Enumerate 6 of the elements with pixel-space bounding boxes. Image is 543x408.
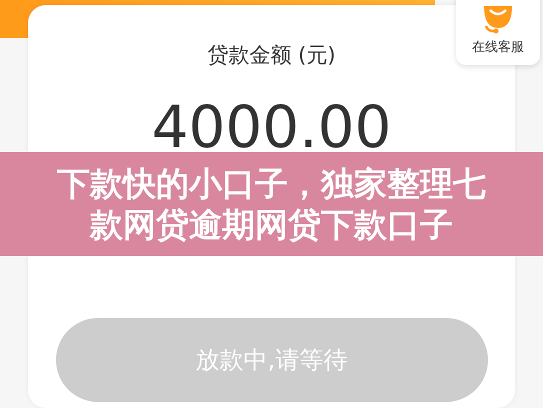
service-label: 在线客服	[472, 38, 524, 56]
customer-service-widget[interactable]: 在线客服	[456, 0, 540, 65]
banner-title-line: 款网贷逾期网贷下款口子	[90, 204, 453, 246]
amount-value: 4000.00	[150, 98, 392, 156]
amount-label: 贷款金额 (元)	[207, 42, 336, 69]
banner-title-line: 下款快的小口子，独家整理七	[57, 162, 486, 204]
